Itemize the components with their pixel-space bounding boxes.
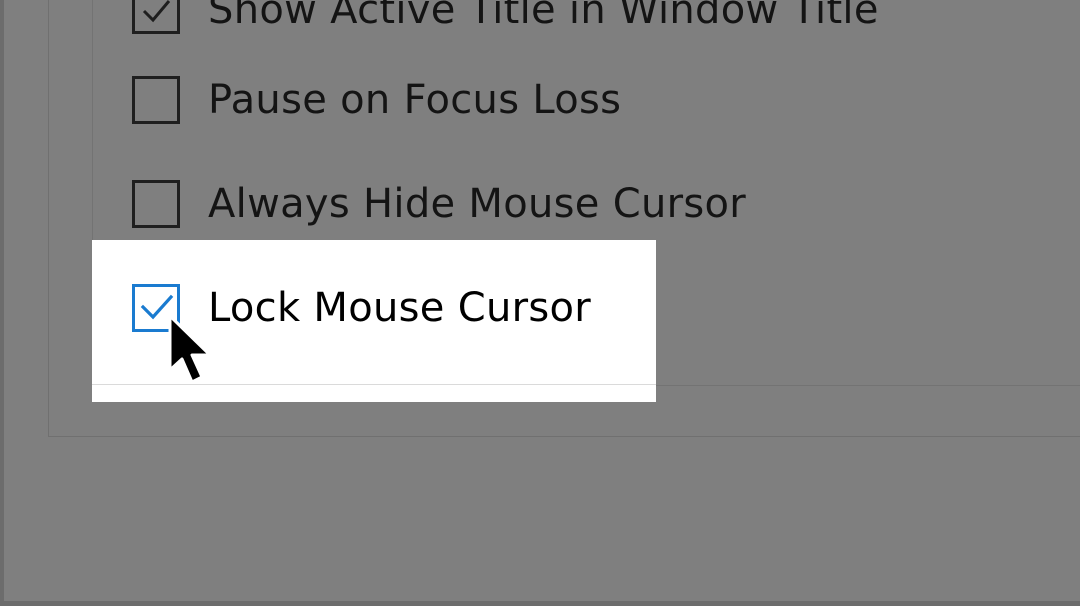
option-pause-on-focus-loss[interactable]: Pause on Focus Loss (132, 74, 621, 126)
window-border-bottom (0, 601, 1080, 606)
checkmark-icon (142, 0, 171, 23)
checkbox-show-active-title[interactable] (132, 0, 180, 34)
window-border-left (0, 0, 4, 606)
checkbox-always-hide-mouse-cursor[interactable] (132, 180, 180, 228)
option-always-hide-mouse-cursor[interactable]: Always Hide Mouse Cursor (132, 178, 746, 230)
mouse-pointer-icon (168, 314, 212, 384)
settings-screen: Show Active Title in Window Title Pause … (0, 0, 1080, 606)
option-label: Always Hide Mouse Cursor (208, 181, 747, 227)
option-label: Lock Mouse Cursor (208, 285, 592, 331)
checkbox-pause-on-focus-loss[interactable] (132, 76, 180, 124)
option-show-active-title[interactable]: Show Active Title in Window Title (132, 0, 879, 36)
option-label: Show Active Title in Window Title (208, 0, 879, 33)
option-label: Pause on Focus Loss (208, 77, 622, 123)
